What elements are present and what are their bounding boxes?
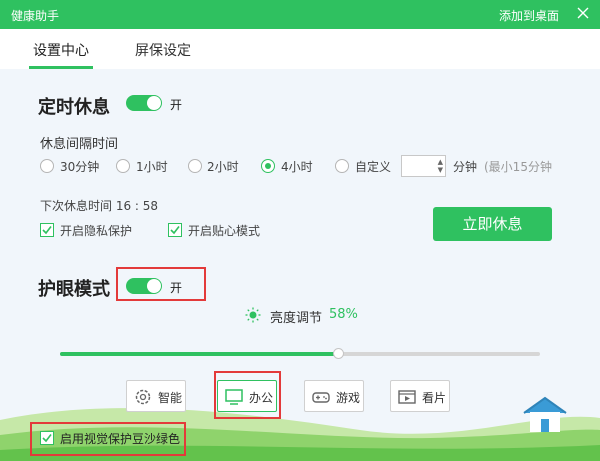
gamepad-icon — [312, 392, 330, 403]
brightness-slider[interactable] — [60, 352, 540, 356]
title-bar: 健康助手 添加到桌面 — [0, 0, 600, 29]
mode-game-button[interactable]: 游戏 — [304, 380, 364, 412]
radio-2hour[interactable] — [188, 159, 202, 173]
app-title: 健康助手 — [11, 9, 60, 23]
tab-bar: 设置中心 屏保设定 — [0, 29, 600, 69]
brightness-label: 亮度调节 — [270, 311, 323, 326]
radio-1hour[interactable] — [116, 159, 130, 173]
eye-mode-title: 护眼模式 — [38, 279, 110, 300]
radio-30min-label: 30分钟 — [60, 160, 100, 174]
mode-movie-label: 看片 — [422, 391, 447, 405]
privacy-label: 开启隐私保护 — [60, 224, 133, 238]
rest-now-button[interactable]: 立即休息 — [433, 207, 552, 241]
tab-settings-center[interactable]: 设置中心 — [33, 40, 89, 60]
timed-rest-title: 定时休息 — [38, 97, 110, 118]
timed-rest-toggle[interactable] — [126, 95, 162, 111]
radio-1hour-label: 1小时 — [136, 160, 168, 174]
privacy-checkbox[interactable] — [40, 223, 54, 237]
brightness-slider-fill — [60, 352, 339, 356]
stepper-arrows-icon[interactable]: ▲ ▼ — [438, 158, 443, 174]
mode-movie-button[interactable]: 看片 — [390, 380, 450, 412]
radio-4hour[interactable] — [261, 159, 275, 173]
tab-screensaver[interactable]: 屏保设定 — [135, 40, 191, 60]
add-to-desktop-link[interactable]: 添加到桌面 — [499, 7, 559, 24]
mode-smart-button[interactable]: 智能 — [126, 380, 186, 412]
mode-game-label: 游戏 — [336, 391, 361, 405]
mode-smart-label: 智能 — [158, 391, 183, 405]
brightness-value: 58% — [329, 307, 358, 322]
min-hint: (最小15分钟 — [484, 160, 552, 174]
gear-icon — [135, 389, 151, 405]
film-icon — [398, 390, 416, 404]
timed-rest-toggle-text: 开 — [170, 98, 183, 112]
radio-4hour-label: 4小时 — [281, 160, 313, 174]
close-icon[interactable] — [574, 4, 592, 22]
sun-icon — [245, 307, 261, 323]
next-rest-time: 下次休息时间 16 : 58 — [40, 199, 159, 213]
settings-panel: 定时休息 开 休息间隔时间 30分钟 1小时 2小时 4小时 自定义 ▲ ▼ 分钟… — [0, 69, 600, 461]
minute-unit: 分钟 — [453, 160, 478, 174]
radio-30min[interactable] — [40, 159, 54, 173]
brightness-slider-thumb[interactable] — [333, 348, 345, 359]
radio-2hour-label: 2小时 — [207, 160, 239, 174]
caring-mode-checkbox[interactable] — [168, 223, 182, 237]
eye-toggle-highlight — [116, 267, 206, 301]
radio-custom-label: 自定义 — [355, 160, 392, 174]
bean-green-highlight — [30, 422, 186, 456]
house-icon — [523, 396, 567, 432]
office-mode-highlight — [214, 371, 281, 419]
interval-label: 休息间隔时间 — [40, 137, 119, 152]
caring-mode-label: 开启贴心模式 — [188, 224, 261, 238]
custom-minutes-stepper[interactable]: ▲ ▼ — [401, 155, 446, 177]
radio-custom[interactable] — [335, 159, 349, 173]
